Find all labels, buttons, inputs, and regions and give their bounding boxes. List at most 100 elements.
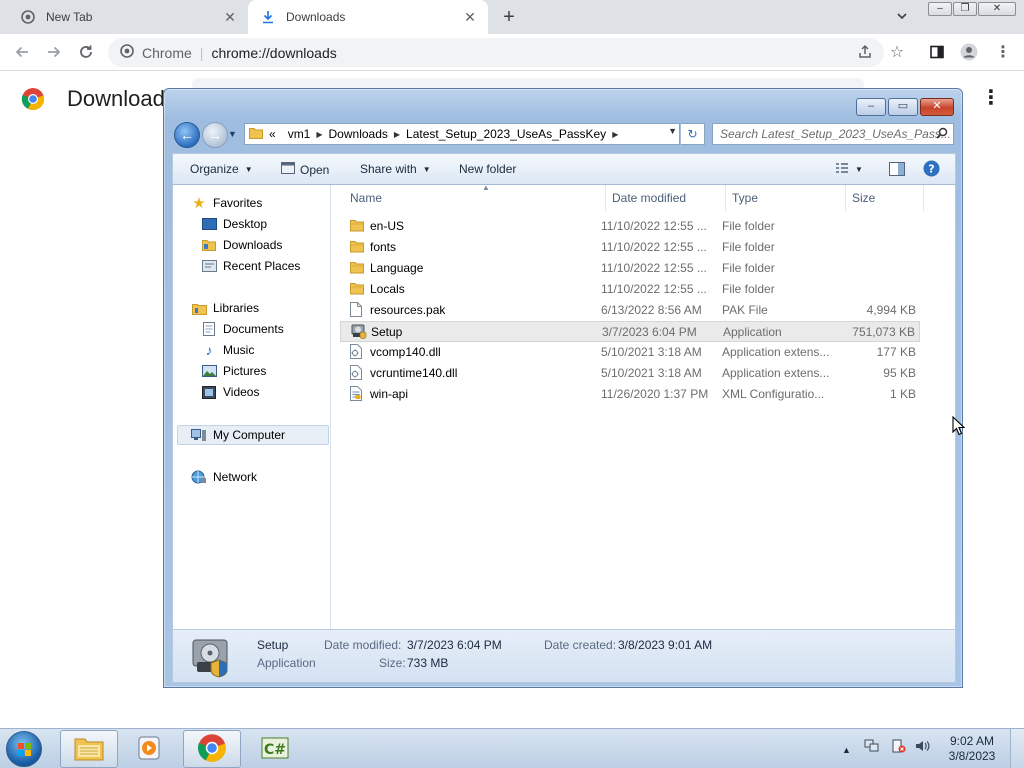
share-icon[interactable] bbox=[856, 43, 874, 61]
dll-icon bbox=[350, 365, 364, 381]
new-tab-button[interactable]: + bbox=[498, 7, 520, 29]
file-row-win-api[interactable]: win-api 11/26/2020 1:37 PM XML Configurati… bbox=[340, 384, 920, 405]
file-row-resources-pak[interactable]: resources.pak 6/13/2022 8:56 AM PAK File 4,… bbox=[340, 300, 920, 321]
nav-documents[interactable]: Documents bbox=[201, 319, 284, 339]
explorer-address-bar[interactable]: « vm1 ▶ Downloads ▶ Latest_Setup_2023_Us… bbox=[244, 123, 680, 145]
tab-downloads[interactable]: Downloads ✕ bbox=[248, 0, 488, 34]
taskbar-media-player-button[interactable] bbox=[120, 730, 178, 768]
nav-libraries[interactable]: Libraries bbox=[191, 298, 259, 318]
history-dropdown-icon[interactable]: ▼ bbox=[228, 129, 238, 139]
address-dropdown-icon[interactable]: ▼ bbox=[668, 126, 677, 136]
forward-icon[interactable] bbox=[44, 42, 64, 62]
nav-favorites[interactable]: ★ Favorites bbox=[191, 193, 262, 213]
file-row-fonts[interactable]: fonts 11/10/2022 12:55 ... File folder bbox=[340, 237, 920, 258]
explorer-forward-icon[interactable]: → bbox=[202, 122, 228, 148]
explorer-refresh-icon[interactable]: ↻ bbox=[681, 123, 705, 145]
mouse-pointer-icon bbox=[952, 415, 966, 436]
breadcrumb-downloads[interactable]: Downloads bbox=[329, 127, 388, 141]
organize-button[interactable]: Organize ▼ bbox=[190, 162, 253, 176]
pictures-icon bbox=[201, 364, 217, 378]
back-icon[interactable] bbox=[12, 42, 32, 62]
file-date-modified: 5/10/2021 3:18 AM bbox=[601, 366, 702, 380]
taskbar: C# ▲ 9:02 AM 3/8/2023 bbox=[0, 728, 1024, 768]
side-panel-icon[interactable] bbox=[928, 43, 946, 61]
explorer-close-icon[interactable]: ✕ bbox=[920, 98, 954, 116]
nav-pictures[interactable]: Pictures bbox=[201, 361, 266, 381]
show-hidden-icons-icon[interactable]: ▲ bbox=[842, 745, 851, 755]
close-icon[interactable]: ✕ bbox=[462, 9, 478, 25]
preview-pane-icon[interactable] bbox=[889, 162, 905, 176]
file-name: Setup bbox=[371, 325, 403, 339]
nav-music[interactable]: ♪ Music bbox=[201, 340, 255, 360]
breadcrumb-arrow-icon[interactable]: ▶ bbox=[394, 130, 400, 139]
file-row-setup[interactable]: Setup 3/7/2023 6:04 PM Application 751,073 … bbox=[340, 321, 920, 342]
taskbar-csharp-button[interactable]: C# bbox=[246, 730, 304, 768]
restore-icon[interactable]: ❐ bbox=[953, 2, 977, 16]
system-tray: ▲ bbox=[842, 739, 931, 756]
nav-my-computer[interactable]: My Computer bbox=[177, 425, 329, 445]
chrome-icon bbox=[120, 44, 134, 61]
file-row-locals[interactable]: Locals 11/10/2022 12:55 ... File folder bbox=[340, 279, 920, 300]
explorer-window: – ▭ ✕ ← → ▼ « vm1 ▶ Downloads ▶ Latest_S… bbox=[163, 88, 963, 688]
search-icon bbox=[936, 127, 948, 142]
close-icon[interactable]: ✕ bbox=[222, 9, 238, 25]
column-header-name[interactable]: ▲ Name bbox=[344, 183, 606, 211]
nav-downloads[interactable]: Downloads bbox=[201, 235, 282, 255]
minimize-icon[interactable]: – bbox=[928, 2, 952, 16]
file-type: File folder bbox=[722, 240, 775, 254]
new-folder-button[interactable]: New folder bbox=[459, 162, 516, 176]
bookmark-star-icon[interactable]: ☆ bbox=[888, 43, 906, 61]
chevron-down-icon: ▼ bbox=[244, 164, 253, 174]
details-created-label: Date created: bbox=[544, 638, 617, 652]
network-tray-icon[interactable] bbox=[864, 739, 883, 756]
file-date-modified: 11/10/2022 12:55 ... bbox=[601, 282, 707, 296]
show-desktop-button[interactable] bbox=[1010, 729, 1024, 768]
breadcrumb-arrow-icon[interactable]: ▶ bbox=[612, 130, 618, 139]
file-row-language[interactable]: Language 11/10/2022 12:55 ... File folder bbox=[340, 258, 920, 279]
file-row-vcruntime140-dll[interactable]: vcruntime140.dll 5/10/2021 3:18 AM Applica… bbox=[340, 363, 920, 384]
nav-recent-places[interactable]: Recent Places bbox=[201, 256, 300, 276]
open-button[interactable]: Open bbox=[281, 162, 329, 177]
file-icon bbox=[350, 302, 364, 318]
explorer-search-input[interactable]: Search Latest_Setup_2023_UseAs_Pass... bbox=[712, 123, 954, 145]
explorer-minimize-icon[interactable]: – bbox=[856, 98, 886, 116]
volume-icon[interactable] bbox=[915, 741, 931, 756]
file-row-en-us[interactable]: en-US 11/10/2022 12:55 ... File folder bbox=[340, 216, 920, 237]
breadcrumb-arrow-icon[interactable]: ▶ bbox=[316, 130, 322, 139]
file-date-modified: 6/13/2022 8:56 AM bbox=[601, 303, 702, 317]
nav-desktop[interactable]: Desktop bbox=[201, 214, 267, 234]
nav-label: Favorites bbox=[213, 196, 263, 210]
column-header-size[interactable]: Size bbox=[846, 185, 924, 211]
breadcrumb-overflow[interactable]: « bbox=[269, 127, 276, 141]
explorer-maximize-icon[interactable]: ▭ bbox=[888, 98, 918, 116]
taskbar-chrome-button[interactable] bbox=[183, 730, 241, 768]
taskbar-clock[interactable]: 9:02 AM 3/8/2023 bbox=[944, 734, 1000, 764]
menu-kebab-icon[interactable]: ⋮ bbox=[994, 43, 1012, 61]
svg-text:?: ? bbox=[928, 163, 934, 176]
navigation-pane: ★ Favorites Desktop Downloads Recent Pla… bbox=[173, 185, 331, 629]
profile-avatar-icon[interactable] bbox=[960, 43, 978, 61]
breadcrumb-vm1[interactable]: vm1 bbox=[288, 127, 311, 141]
tab-new-tab[interactable]: New Tab ✕ bbox=[8, 0, 248, 34]
nav-videos[interactable]: Videos bbox=[201, 382, 259, 402]
window-close-icon[interactable]: ✕ bbox=[978, 2, 1016, 16]
share-with-button[interactable]: Share with ▼ bbox=[360, 162, 431, 176]
tab-search-icon[interactable] bbox=[895, 9, 913, 25]
site-label: Chrome bbox=[142, 44, 192, 61]
address-bar[interactable]: Chrome | chrome://downloads bbox=[108, 38, 884, 67]
help-icon[interactable]: ? bbox=[923, 160, 940, 177]
reload-icon[interactable] bbox=[76, 42, 96, 62]
file-type: Application extens... bbox=[722, 345, 830, 359]
taskbar-explorer-button[interactable] bbox=[60, 730, 118, 768]
start-button[interactable] bbox=[6, 731, 42, 767]
column-header-date[interactable]: Date modified bbox=[606, 185, 726, 211]
file-type: Application extens... bbox=[722, 366, 830, 380]
explorer-back-icon[interactable]: ← bbox=[174, 122, 200, 148]
nav-network[interactable]: Network bbox=[191, 467, 257, 487]
action-center-icon[interactable] bbox=[890, 739, 909, 756]
breadcrumb-current-folder[interactable]: Latest_Setup_2023_UseAs_PassKey bbox=[406, 127, 606, 141]
column-header-type[interactable]: Type bbox=[726, 185, 846, 211]
file-row-vcomp140-dll[interactable]: vcomp140.dll 5/10/2021 3:18 AM Application… bbox=[340, 342, 920, 363]
view-options-button[interactable]: ▼ bbox=[835, 162, 863, 177]
page-menu-icon[interactable]: ⋮ bbox=[981, 88, 1001, 110]
